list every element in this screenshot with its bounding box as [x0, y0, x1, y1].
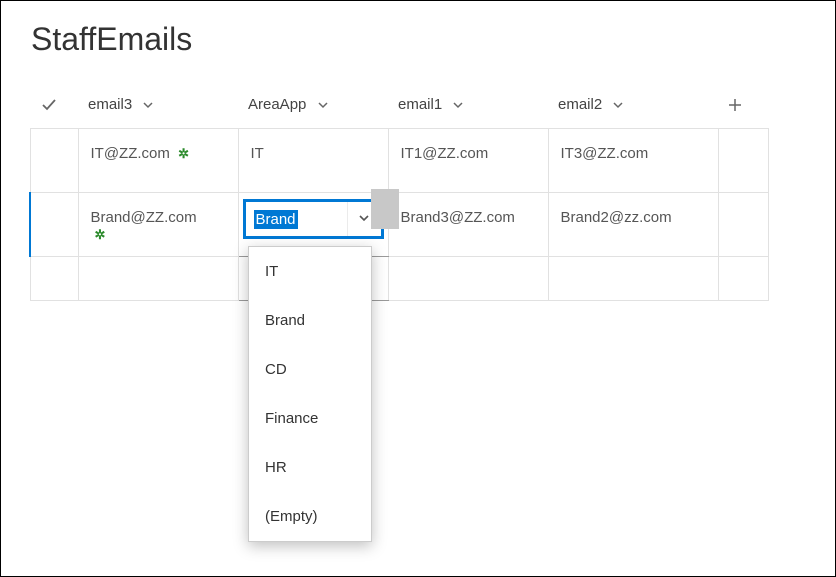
- cell-value: Brand2@zz.com: [561, 209, 672, 226]
- table-row[interactable]: Brand@ZZ.com ✲ Brand: [30, 193, 768, 257]
- chevron-down-icon: [317, 99, 329, 111]
- cell-email1[interactable]: Brand3@ZZ.com: [388, 193, 548, 257]
- cell-email1[interactable]: IT1@ZZ.com: [388, 129, 548, 193]
- column-header-email2[interactable]: email2: [548, 88, 718, 129]
- column-header-area[interactable]: AreaApp: [238, 88, 388, 129]
- cell-email2[interactable]: Brand2@zz.com: [548, 193, 718, 257]
- cell-value: IT3@ZZ.com: [561, 145, 649, 162]
- fill-handle[interactable]: [371, 189, 399, 229]
- cell-trailing: [718, 129, 768, 193]
- cell-value: IT@ZZ.com: [91, 145, 170, 162]
- column-label: email3: [88, 96, 132, 113]
- column-header-email1[interactable]: email1: [388, 88, 548, 129]
- status-badge-icon: ✲: [178, 146, 189, 161]
- status-badge-icon: ✲: [95, 227, 106, 242]
- combobox-value: Brand: [254, 210, 298, 229]
- chevron-down-icon: [358, 211, 370, 228]
- cell-email3[interactable]: IT@ZZ.com ✲: [78, 129, 238, 193]
- row-selector[interactable]: [30, 193, 78, 257]
- select-all-header[interactable]: [30, 88, 78, 129]
- cell-value: Brand@ZZ.com: [91, 209, 197, 226]
- add-column-button[interactable]: [718, 88, 768, 129]
- chevron-down-icon: [142, 99, 154, 111]
- chevron-down-icon: [612, 99, 624, 111]
- cell-email3[interactable]: Brand@ZZ.com ✲: [78, 193, 238, 257]
- row-selector[interactable]: [30, 257, 78, 301]
- cell-email3[interactable]: [78, 257, 238, 301]
- dropdown-option[interactable]: CD: [249, 345, 371, 394]
- data-grid: email3 AreaApp email1 email2: [29, 88, 769, 301]
- cell-value: IT: [251, 145, 264, 162]
- cell-email1[interactable]: [388, 257, 548, 301]
- column-label: email1: [398, 96, 442, 113]
- page-title: StaffEmails: [1, 1, 835, 68]
- dropdown-option[interactable]: IT: [249, 247, 371, 296]
- dropdown-option[interactable]: Brand: [249, 296, 371, 345]
- combobox-input[interactable]: Brand: [246, 202, 347, 236]
- dropdown-option[interactable]: (Empty): [249, 492, 371, 541]
- header-row: email3 AreaApp email1 email2: [30, 88, 768, 129]
- combobox-dropdown: IT Brand CD Finance HR (Empty): [248, 246, 372, 542]
- cell-area[interactable]: IT: [238, 129, 388, 193]
- cell-email2[interactable]: [548, 257, 718, 301]
- cell-trailing: [718, 257, 768, 301]
- dropdown-option[interactable]: Finance: [249, 394, 371, 443]
- plus-icon: [728, 98, 742, 112]
- check-icon: [40, 96, 58, 114]
- cell-trailing: [718, 193, 768, 257]
- combobox[interactable]: Brand: [243, 199, 384, 239]
- column-header-email3[interactable]: email3: [78, 88, 238, 129]
- cell-value: Brand3@ZZ.com: [401, 209, 515, 226]
- column-label: email2: [558, 96, 602, 113]
- row-selector[interactable]: [30, 129, 78, 193]
- new-row[interactable]: [30, 257, 768, 301]
- cell-value: IT1@ZZ.com: [401, 145, 489, 162]
- table-row[interactable]: IT@ZZ.com ✲ IT IT1@ZZ.com IT3@ZZ.com: [30, 129, 768, 193]
- cell-email2[interactable]: IT3@ZZ.com: [548, 129, 718, 193]
- chevron-down-icon: [452, 99, 464, 111]
- column-label: AreaApp: [248, 96, 306, 113]
- dropdown-option[interactable]: HR: [249, 443, 371, 492]
